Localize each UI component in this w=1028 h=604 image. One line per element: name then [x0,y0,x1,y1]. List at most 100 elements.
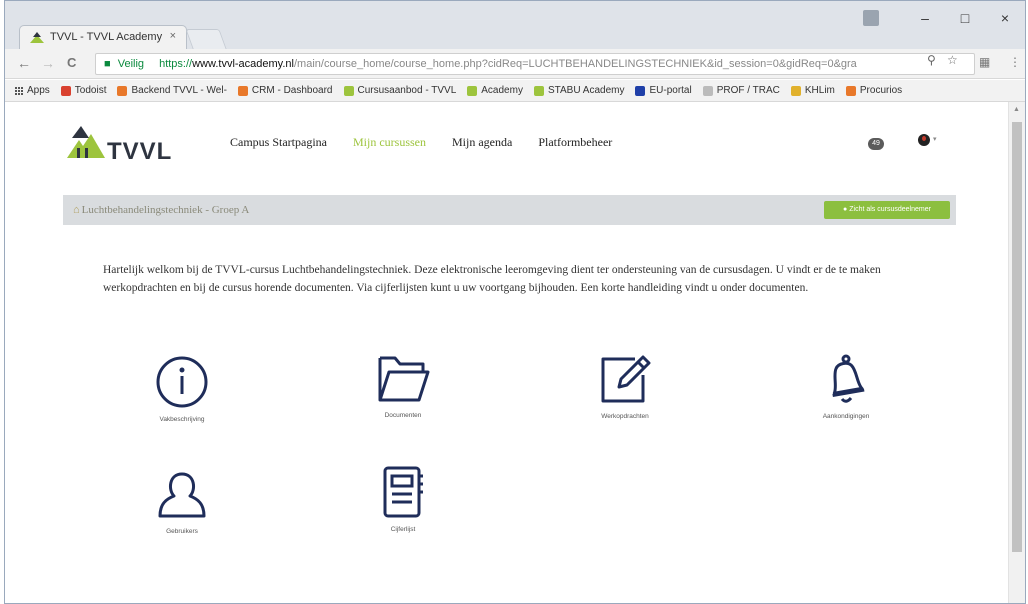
bookmark-label: KHLim [804,85,835,96]
tvvl-icon [467,85,478,96]
avatar[interactable] [918,134,930,146]
tool-werkopdrachten[interactable]: Werkopdrachten [565,351,685,420]
minimize-button[interactable]: – [905,10,945,26]
bookmark-label: Procurios [859,85,903,96]
bookmark-item[interactable]: Cursusaanbod - TVVL [343,85,457,96]
nav-campus-startpagina[interactable]: Campus Startpagina [230,135,327,150]
bookmark-item[interactable]: Todoist [60,85,107,96]
window-controls: – □ × [863,1,1025,35]
bookmark-item[interactable]: KHLim [790,85,835,96]
notebook-icon [383,466,423,518]
new-tab-button[interactable] [185,29,227,49]
back-icon[interactable]: ← [17,55,31,71]
logo-text: TVVL [107,138,173,165]
address-bar[interactable]: ■ Veilig https://www.tvvl-academy.nl/mai… [95,53,975,75]
bookmark-label: Apps [27,85,50,96]
bookmark-label: Todoist [74,85,107,96]
stabu-icon [533,85,544,96]
bookmark-label: STABU Academy [547,85,625,96]
secure-label: Veilig [117,58,145,70]
breadcrumb: ⌂ Luchtbehandelingstechniek - Groep A ● Z… [63,195,956,225]
tool-label: Documenten [384,412,422,419]
breadcrumb-course[interactable]: ⌂ Luchtbehandelingstechniek - Groep A [73,204,249,216]
bookmark-label: CRM - Dashboard [251,85,333,96]
tool-vakbeschrijving[interactable]: Vakbeschrijving [122,354,242,423]
view-as-student-button[interactable]: ● Zicht als cursusdeelnemer [824,201,950,219]
url-path: /main/course_home/course_home.php?cidReq… [294,58,857,70]
bookmark-label: EU-portal [649,85,692,96]
tvvl-logo[interactable]: TVVL [67,124,187,165]
lock-icon: ■ [104,58,111,70]
folder-icon [378,356,430,402]
menu-icon[interactable]: ⋮ [1009,55,1021,69]
browser-window: TVVL - TVVL Academy × – □ × ← → C ■ Veil… [4,0,1026,604]
tool-label: Vakbeschrijving [159,416,205,423]
vertical-scrollbar[interactable]: ▲ [1008,102,1025,603]
chevron-down-icon[interactable]: ▾ [933,135,937,143]
bookmark-star-icon[interactable]: ☆ [947,53,958,67]
profile-icon[interactable] [863,10,879,26]
trac-icon [702,85,713,96]
tool-gebruikers[interactable]: Gebruikers [122,466,242,535]
nav-mijn-agenda[interactable]: Mijn agenda [452,135,512,150]
zoom-icon[interactable]: ⚲ [927,53,936,67]
tool-documenten[interactable]: Documenten [343,350,463,419]
todoist-icon [60,85,71,96]
nav-mijn-cursussen[interactable]: Mijn cursussen [353,135,426,150]
bookmark-item[interactable]: STABU Academy [533,85,625,96]
forward-icon[interactable]: → [41,55,55,71]
bookmark-item[interactable]: CRM - Dashboard [237,85,333,96]
scroll-up-icon[interactable]: ▲ [1013,106,1020,113]
tool-aankondigingen[interactable]: Aankondigingen [786,351,906,420]
tvvl-favicon-icon [30,32,44,43]
tab-title: TVVL - TVVL Academy [50,31,163,43]
bookmark-item[interactable]: Backend TVVL - Wel- [117,85,227,96]
crm-icon [237,85,248,96]
tool-label: Aankondigingen [822,413,870,420]
main-nav: Campus Startpagina Mijn cursussen Mijn a… [230,135,612,150]
bookmark-item[interactable]: Academy [467,85,523,96]
tool-label: Gebruikers [166,528,198,535]
tool-cijferlijst[interactable]: Cijferlijst [343,464,463,533]
tool-label: Werkopdrachten [601,413,649,420]
browser-tab[interactable]: TVVL - TVVL Academy × [19,25,187,49]
tvvl-icon [343,85,354,96]
browser-toolbar: ← → C ■ Veilig https://www.tvvl-academy.… [5,49,1025,79]
bell-icon [832,354,865,403]
eye-icon: ● [843,206,848,213]
breadcrumb-label: Luchtbehandelingstechniek - Groep A [81,204,250,216]
bookmark-item[interactable]: Apps [15,85,50,96]
maximize-button[interactable]: □ [945,10,985,26]
bookmarks-bar: Apps Todoist Backend TVVL - Wel- CRM - Dash… [5,80,1025,102]
eu-icon [635,85,646,96]
user-icon [158,472,206,518]
backend-icon [117,85,128,96]
bookmark-item[interactable]: PROF / TRAC [702,85,780,96]
bookmark-label: Cursusaanbod - TVVL [357,85,457,96]
edit-icon [601,355,651,403]
url-host: www.tvvl-academy.nl [192,58,294,70]
apps-grid-icon [15,86,23,95]
bookmark-label: PROF / TRAC [716,85,780,96]
tvvl-logo-icon [67,126,105,158]
bookmark-label: Academy [481,85,523,96]
bookmark-label: Backend TVVL - Wel- [131,85,227,96]
reload-icon[interactable]: C [67,55,76,70]
info-icon [156,356,208,408]
page-viewport: TVVL Campus Startpagina Mijn cursussen M… [5,102,1009,603]
close-window-button[interactable]: × [985,10,1025,26]
home-icon[interactable]: ⌂ [73,204,80,216]
scrollbar-thumb[interactable] [1012,122,1022,552]
bookmark-item[interactable]: Procurios [845,85,903,96]
tab-close-icon[interactable]: × [170,30,176,42]
url-protocol: https:// [159,58,193,70]
tool-label: Cijferlijst [390,526,416,533]
title-bar: TVVL - TVVL Academy × – □ × [5,1,1025,49]
khlim-icon [790,85,801,96]
bookmark-item[interactable]: EU-portal [635,85,692,96]
extension-icon[interactable]: ▦ [979,55,990,69]
messages-badge[interactable]: 49 [868,138,884,150]
procurios-icon [845,85,856,96]
nav-platformbeheer[interactable]: Platformbeheer [538,135,612,150]
welcome-text: Hartelijk welkom bij de TVVL-cursus Luch… [103,264,881,294]
